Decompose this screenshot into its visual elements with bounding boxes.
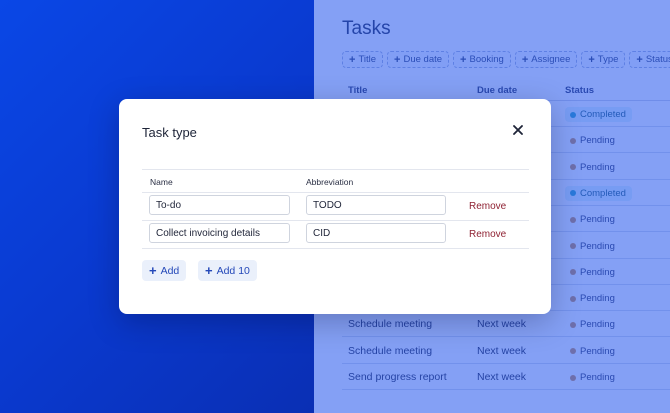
task-title: Schedule meeting bbox=[348, 344, 433, 357]
plus-icon: + bbox=[349, 53, 356, 66]
remove-button[interactable]: Remove bbox=[469, 229, 506, 240]
status-dot-icon bbox=[570, 137, 576, 144]
status-badge: Pending bbox=[565, 291, 621, 306]
filter-booking-button[interactable]: + Booking bbox=[453, 51, 511, 68]
status-label: Pending bbox=[580, 214, 615, 226]
column-header-status[interactable]: Status bbox=[565, 85, 594, 96]
abbreviation-field[interactable] bbox=[306, 223, 446, 243]
filter-type-button[interactable]: + Type bbox=[581, 51, 626, 68]
status-label: Pending bbox=[580, 293, 615, 305]
plus-icon: + bbox=[394, 53, 401, 66]
status-label: Pending bbox=[580, 345, 615, 357]
filter-due-date-button[interactable]: + Due date bbox=[387, 51, 450, 68]
table-row[interactable]: Schedule meeting Next week Pending bbox=[314, 338, 670, 364]
column-header-title[interactable]: Title bbox=[348, 85, 367, 96]
status-badge: Completed bbox=[565, 185, 632, 201]
column-header-due-date[interactable]: Due date bbox=[477, 85, 517, 96]
task-due-date: Next week bbox=[477, 318, 527, 331]
status-dot-icon bbox=[570, 190, 576, 197]
page-title: Tasks bbox=[342, 18, 391, 39]
status-label: Pending bbox=[580, 135, 615, 147]
close-icon[interactable] bbox=[511, 123, 525, 137]
name-field[interactable] bbox=[149, 223, 290, 243]
status-dot-icon bbox=[570, 216, 576, 223]
status-badge: Pending bbox=[565, 239, 621, 254]
status-dot-icon bbox=[570, 269, 576, 276]
plus-icon: + bbox=[588, 53, 595, 66]
status-dot-icon bbox=[570, 321, 576, 328]
table-row[interactable]: Send progress report Next week Pending bbox=[314, 364, 670, 390]
status-badge: Pending bbox=[565, 317, 621, 332]
filter-title-button[interactable]: + Title bbox=[342, 51, 384, 68]
column-header-name: Name bbox=[150, 177, 173, 187]
filter-status-button[interactable]: +Status bbox=[629, 51, 670, 68]
status-dot-icon bbox=[570, 164, 576, 171]
status-badge: Pending bbox=[565, 212, 621, 227]
status-label: Completed bbox=[580, 109, 626, 120]
status-label: Pending bbox=[580, 372, 615, 383]
status-badge: Pending bbox=[565, 265, 621, 280]
divider bbox=[142, 192, 529, 193]
status-dot-icon bbox=[570, 111, 576, 118]
filter-assignee-button[interactable]: + Assignee bbox=[514, 51, 578, 68]
status-label: Pending bbox=[580, 161, 615, 173]
status-dot-icon bbox=[570, 348, 576, 355]
task-type-dialog: Task type Name Abbreviation Remove Remov… bbox=[119, 99, 551, 314]
status-badge: Pending bbox=[565, 133, 621, 148]
task-due-date: Next week bbox=[477, 344, 527, 357]
status-dot-icon bbox=[570, 243, 576, 249]
task-due-date: Next week bbox=[477, 371, 527, 383]
status-badge: Completed bbox=[565, 107, 632, 122]
status-dot-icon bbox=[570, 295, 576, 302]
plus-icon: + bbox=[149, 263, 157, 278]
abbreviation-field[interactable] bbox=[306, 195, 446, 215]
plus-icon: + bbox=[521, 53, 529, 66]
status-label: Pending bbox=[580, 319, 615, 331]
task-title: Send progress report bbox=[348, 371, 447, 383]
plus-icon: + bbox=[460, 53, 467, 66]
dialog-title: Task type bbox=[142, 125, 197, 140]
plus-icon: + bbox=[205, 263, 213, 278]
status-label: Completed bbox=[580, 187, 626, 199]
divider bbox=[142, 220, 529, 221]
status-dot-icon bbox=[570, 374, 576, 381]
filter-bar: + Title + Due date + Booking + Assignee + Typ… bbox=[342, 51, 670, 68]
status-label: Pending bbox=[580, 266, 615, 278]
name-field[interactable] bbox=[149, 195, 290, 215]
remove-button[interactable]: Remove bbox=[469, 201, 506, 212]
status-badge: Pending bbox=[565, 370, 621, 385]
column-header-abbreviation: Abbreviation bbox=[306, 177, 354, 187]
plus-icon: + bbox=[636, 53, 643, 66]
table-row[interactable]: Schedule meeting Next week Pending bbox=[314, 311, 670, 338]
status-badge: Pending bbox=[565, 344, 621, 359]
add-10-button[interactable]: + Add 10 bbox=[198, 260, 257, 281]
add-button[interactable]: + Add bbox=[142, 260, 187, 281]
divider bbox=[142, 169, 529, 170]
divider bbox=[142, 248, 529, 249]
row-divider bbox=[342, 389, 670, 390]
task-title: Schedule meeting bbox=[348, 318, 433, 331]
status-label: Pending bbox=[580, 240, 615, 252]
status-badge: Pending bbox=[565, 160, 621, 175]
